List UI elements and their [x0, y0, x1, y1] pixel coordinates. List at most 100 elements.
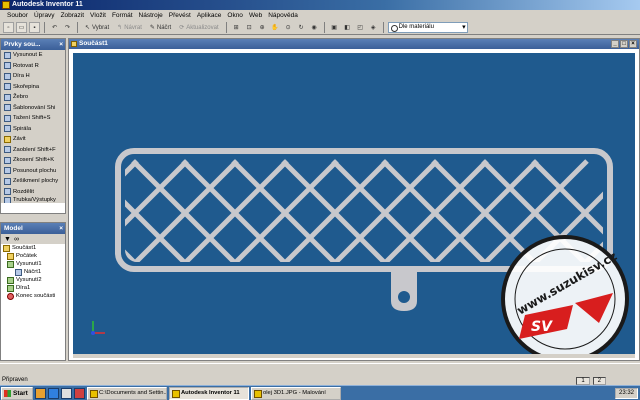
zoom-all-icon[interactable]: ⊞: [231, 22, 242, 33]
close-icon[interactable]: ×: [59, 39, 65, 50]
tree-node-part[interactable]: Součást1: [1, 244, 65, 252]
status-bar: Připraven 1 2: [0, 363, 640, 385]
menu-soubor[interactable]: Soubor: [4, 10, 31, 21]
viewport-scrollbar[interactable]: [73, 354, 635, 358]
menu-vlozit[interactable]: Vložit: [87, 10, 109, 21]
shadow-icon[interactable]: ◧: [342, 22, 353, 33]
tree-node-extrusion1[interactable]: Vysunutí1: [1, 260, 65, 268]
inventor-app-icon: [2, 1, 10, 9]
feature-loft[interactable]: Šablonování Shi: [1, 103, 65, 114]
quick-launch-icon[interactable]: [61, 387, 72, 399]
toolbar-separator: [44, 22, 45, 33]
rotate-icon[interactable]: ↻: [296, 22, 307, 33]
taskbar-item-explorer[interactable]: C:\Documents and Settin...: [87, 386, 167, 400]
quick-launch-icon[interactable]: [35, 387, 46, 399]
menu-upravy[interactable]: Úpravy: [31, 10, 58, 21]
axis-triad-icon: [91, 321, 105, 335]
feature-hole[interactable]: Díra H: [1, 71, 65, 82]
split-icon: [4, 188, 11, 196]
menu-aplikace[interactable]: Aplikace: [194, 10, 225, 21]
tree-node-sketch1[interactable]: Náčrt1: [1, 268, 65, 276]
window-title: Autodesk Inventor 11: [12, 1, 83, 8]
menu-nastroje[interactable]: Nástroje: [136, 10, 166, 21]
extrusion-icon: [7, 260, 14, 268]
feature-extrude[interactable]: Vysunout E: [1, 50, 65, 61]
binoculars-icon[interactable]: ∞: [14, 236, 19, 243]
document-title-bar[interactable]: Součást1 _ □ ×: [69, 39, 639, 49]
suzukisv-watermark-logo: SV www.suzukisv.cz: [501, 235, 629, 355]
camera-icon[interactable]: ◰: [355, 22, 366, 33]
menu-okno[interactable]: Okno: [224, 10, 246, 21]
status-count-2: 2: [592, 377, 606, 385]
menu-format[interactable]: Formát: [109, 10, 136, 21]
close-icon[interactable]: ×: [629, 40, 637, 48]
features-panel-header[interactable]: Prvky sou... ×: [1, 39, 65, 50]
material-select[interactable]: Dle materiálu: [387, 22, 468, 33]
save-icon[interactable]: ▪: [29, 22, 40, 33]
feature-chamfer[interactable]: Zkosení Shift+K: [1, 155, 65, 166]
coil-icon: [4, 125, 11, 133]
select-button[interactable]: ↖ Vybrat: [82, 22, 112, 33]
hole-icon: [4, 72, 11, 80]
toolbar-separator: [225, 22, 227, 33]
model-panel-header[interactable]: Model ×: [1, 223, 65, 234]
feature-boss[interactable]: Trubka/Výstupky: [1, 197, 65, 203]
filter-icon[interactable]: ▼: [4, 236, 11, 243]
feature-face-draft[interactable]: Zešikmení plochy: [1, 176, 65, 187]
tree-node-hole1[interactable]: Díra1: [1, 284, 65, 292]
toolbar-separator: [77, 22, 78, 33]
feature-rib[interactable]: Žebro: [1, 92, 65, 103]
return-icon: ↰: [117, 25, 123, 31]
menu-zobrazit[interactable]: Zobrazit: [58, 10, 87, 21]
pan-icon[interactable]: ✋: [270, 22, 281, 33]
minimize-icon[interactable]: _: [611, 40, 619, 48]
zoom-icon[interactable]: ⊕: [257, 22, 268, 33]
sketch-button[interactable]: ✎ Náčrt: [147, 22, 174, 33]
menu-web[interactable]: Web: [246, 10, 265, 21]
status-count-1: 1: [576, 377, 590, 385]
return-button[interactable]: ↰ Návrat: [114, 22, 145, 33]
quick-launch-icon[interactable]: [48, 387, 59, 399]
zoom-selected-icon[interactable]: ⊙: [283, 22, 294, 33]
display-mode-icon[interactable]: ▣: [329, 22, 340, 33]
move-face-icon: [4, 167, 11, 175]
graphics-viewport[interactable]: SV www.suzukisv.cz: [73, 53, 635, 355]
color-icon[interactable]: ◈: [368, 22, 379, 33]
feature-shell[interactable]: Skořepina: [1, 82, 65, 93]
tree-node-end-of-part[interactable]: Konec součásti: [1, 292, 65, 300]
model-tree: Součást1 Počátek Vysunutí1 Náčrt1 Vysunu…: [1, 244, 65, 300]
tree-node-extrusion2[interactable]: Vysunutí2: [1, 276, 65, 284]
window-title-bar[interactable]: Autodesk Inventor 11: [0, 0, 640, 10]
model-browser-panel: Model × ▼ ∞ Součást1 Počátek Vysunutí1 N…: [0, 222, 66, 361]
tree-node-origin[interactable]: Počátek: [1, 252, 65, 260]
new-file-icon[interactable]: ▫: [3, 22, 14, 33]
quick-launch-icon[interactable]: [74, 387, 85, 399]
feature-coil[interactable]: Spirála: [1, 124, 65, 135]
maximize-icon[interactable]: □: [620, 40, 628, 48]
standard-toolbar: ▫ ▭ ▪ ↶ ↷ ↖ Vybrat ↰ Návrat ✎ Náčrt ⟳ Aktual…: [0, 21, 640, 35]
model-panel-toolbar: ▼ ∞: [1, 234, 65, 244]
menu-bar: Soubor Úpravy Zobrazit Vložit Formát Nás…: [0, 10, 640, 21]
zoom-window-icon[interactable]: ⊡: [244, 22, 255, 33]
feature-move-face[interactable]: Posunout plochu: [1, 166, 65, 177]
feature-sweep[interactable]: Tažení Shift+S: [1, 113, 65, 124]
feature-revolve[interactable]: Rotovat R: [1, 61, 65, 72]
update-button[interactable]: ⟳ Aktualizovat: [176, 22, 221, 33]
close-icon[interactable]: ×: [59, 223, 65, 234]
redo-icon[interactable]: ↷: [62, 22, 73, 33]
svg-text:SV: SV: [531, 319, 553, 335]
windows-flag-icon: [4, 389, 11, 397]
menu-napoveda[interactable]: Nápověda: [265, 10, 301, 21]
start-button[interactable]: Start: [1, 386, 33, 400]
feature-fillet[interactable]: Zaoblení Shift+F: [1, 145, 65, 156]
undo-icon[interactable]: ↶: [49, 22, 60, 33]
look-at-icon[interactable]: ◉: [309, 22, 320, 33]
revolve-icon: [4, 62, 11, 70]
open-file-icon[interactable]: ▭: [16, 22, 27, 33]
loft-icon: [4, 104, 11, 112]
taskbar-item-paint[interactable]: olej 3D1.JPG - Malování: [251, 386, 341, 400]
taskbar-item-inventor[interactable]: Autodesk Inventor 11: [169, 386, 249, 400]
feature-thread[interactable]: Závit: [1, 134, 65, 145]
feature-split[interactable]: Rozdělit: [1, 187, 65, 198]
menu-prevest[interactable]: Převést: [166, 10, 194, 21]
